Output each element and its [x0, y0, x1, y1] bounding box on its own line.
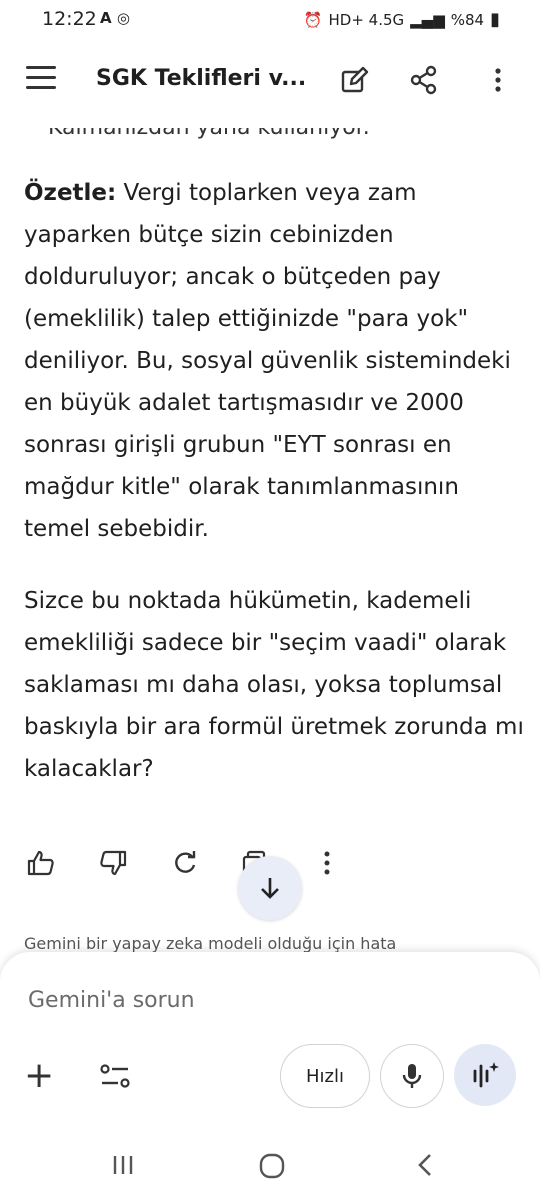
battery-level: %84: [450, 10, 485, 29]
thumb-down-icon[interactable]: [96, 846, 130, 880]
live-button[interactable]: [454, 1044, 516, 1106]
menu-icon[interactable]: [26, 66, 56, 94]
more-vert-icon[interactable]: [482, 64, 514, 96]
summary-label: Özetle:: [24, 180, 117, 206]
share-icon[interactable]: [408, 64, 440, 96]
disclaimer-text: Gemini bir yapay zeka modeli olduğu için…: [24, 934, 397, 953]
prompt-panel: Gemini'a sorun + Hızlı: [0, 952, 540, 1140]
live-icon: [473, 1062, 499, 1088]
mode-selector-button[interactable]: Hızlı: [280, 1044, 370, 1108]
plus-icon[interactable]: +: [24, 1056, 54, 1096]
status-right-icons: ⏰ HD+ 4.5G ▂▄▆ %84 ▮: [304, 9, 500, 30]
scroll-to-bottom-button[interactable]: [238, 856, 302, 920]
app-bar: SGK Teklifleri v...: [0, 48, 540, 112]
regenerate-icon[interactable]: [168, 846, 202, 880]
thumb-up-icon[interactable]: [24, 846, 58, 880]
status-bar: 12:22 A ◎ ⏰ HD+ 4.5G ▂▄▆ %84 ▮: [0, 0, 540, 40]
alarm-icon: ⏰: [303, 10, 323, 29]
system-nav-bar: [0, 1140, 540, 1200]
status-left-indicators: A ◎: [100, 9, 130, 27]
back-icon[interactable]: [412, 1152, 438, 1185]
prompt-input[interactable]: Gemini'a sorun: [28, 988, 195, 1013]
home-icon[interactable]: [258, 1152, 286, 1187]
tune-icon[interactable]: [98, 1060, 132, 1092]
mic-icon: [402, 1064, 422, 1088]
mode-label: Hızlı: [306, 1065, 344, 1087]
status-time: 12:22: [42, 8, 97, 30]
mic-button[interactable]: [380, 1044, 444, 1108]
edit-icon[interactable]: [338, 64, 370, 96]
response-paragraph-summary: Özetle: Vergi toplarken veya zam yaparke…: [24, 172, 524, 550]
network-indicator: HD+ 4.5G: [328, 10, 405, 29]
battery-icon: ▮: [490, 9, 500, 30]
recents-icon[interactable]: [110, 1152, 136, 1185]
cut-off-text-line: Kalmanızdan yana kullanıyor.: [48, 128, 448, 146]
conversation-title[interactable]: SGK Teklifleri v...: [96, 66, 316, 91]
signal-icon: ▂▄▆: [410, 10, 445, 29]
response-paragraph-question: Sizce bu noktada hükümetin, kademeli eme…: [24, 588, 524, 782]
arrow-down-icon: [261, 878, 279, 899]
more-icon[interactable]: [310, 846, 344, 880]
cut-off-text: Kalmanızdan yana kullanıyor.: [48, 128, 370, 140]
summary-text: Vergi toplarken veya zam yaparken bütçe …: [24, 180, 511, 542]
